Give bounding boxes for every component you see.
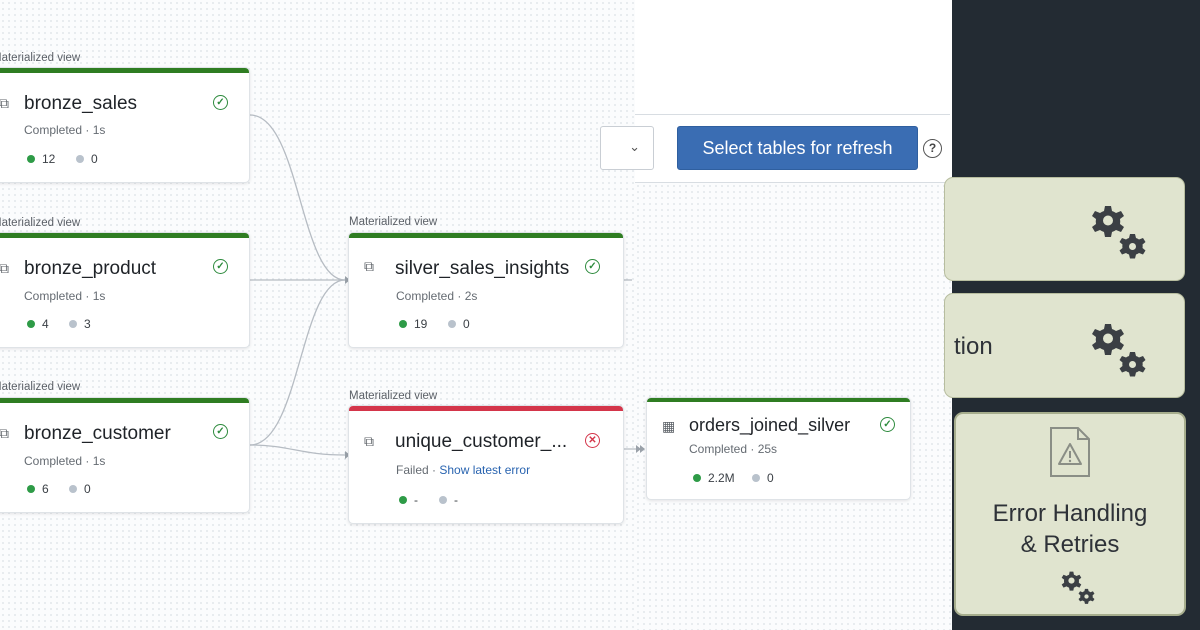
node-status-text: Failed · Show latest error	[396, 463, 531, 477]
status-bar	[647, 398, 910, 402]
node-type-label: Materialized view	[349, 390, 438, 402]
node-type-label: Materialized view	[349, 216, 438, 228]
materialized-view-icon: ⧉	[364, 258, 374, 274]
status-bar	[349, 233, 623, 238]
node-stat-primary: -	[399, 493, 418, 507]
green-dot-icon	[399, 496, 407, 504]
select-tables-for-refresh-button[interactable]: Select tables for refresh	[677, 126, 918, 170]
gray-dot-icon	[439, 496, 447, 504]
node-stat-secondary: -	[439, 493, 458, 507]
success-icon: ✓	[585, 259, 600, 274]
node-status-text: Completed · 1s	[24, 123, 106, 137]
gray-dot-icon	[448, 320, 456, 328]
node-stat-primary: 12	[27, 152, 55, 166]
green-dot-icon	[27, 155, 35, 163]
node-stat-secondary: 0	[69, 482, 91, 496]
green-dot-icon	[399, 320, 407, 328]
green-dot-icon	[693, 474, 701, 482]
show-latest-error-link[interactable]: Show latest error	[439, 463, 530, 477]
materialized-view-icon: ⧉	[0, 260, 9, 276]
node-stat-primary: 4	[27, 317, 49, 331]
green-dot-icon	[27, 320, 35, 328]
gray-dot-icon	[69, 485, 77, 493]
success-icon: ✓	[213, 424, 228, 439]
help-icon[interactable]: ?	[923, 139, 942, 158]
graph-node-silver-sales-insights[interactable]: ⧉ silver_sales_insights ✓ Completed · 2s…	[348, 232, 624, 348]
node-status-text: Completed · 25s	[689, 442, 778, 456]
graph-node-bronze-sales[interactable]: ⧉ bronze_sales ✓ Completed · 1s 12 0	[0, 67, 250, 183]
status-bar	[0, 68, 249, 73]
node-type-label: Materialized view	[0, 217, 81, 229]
node-type-label: Materialized view	[0, 52, 81, 64]
status-bar	[0, 233, 249, 238]
graph-node-bronze-customer[interactable]: ⧉ bronze_customer ✓ Completed · 1s 6 0	[0, 397, 250, 513]
green-dot-icon	[27, 485, 35, 493]
node-type-label: Materialized view	[0, 381, 81, 393]
graph-node-bronze-product[interactable]: ⧉ bronze_product ✓ Completed · 1s 4 3	[0, 232, 250, 348]
success-icon: ✓	[213, 259, 228, 274]
chevron-down-icon: ⌄	[629, 139, 640, 154]
node-stat-secondary: 0	[76, 152, 98, 166]
node-stat-primary: 19	[399, 317, 427, 331]
graph-node-orders-joined-silver[interactable]: ▦ orders_joined_silver ✓ Completed · 25s…	[646, 397, 911, 500]
gears-icon	[1092, 206, 1146, 259]
table-icon: ▦	[662, 418, 676, 434]
node-stat-primary: 6	[27, 482, 49, 496]
success-icon: ✓	[213, 95, 228, 110]
tile-label: tion	[954, 333, 993, 360]
status-bar	[0, 398, 249, 403]
tile-label: Error Handling & Retries	[992, 500, 1148, 558]
gears-icon	[1092, 324, 1146, 377]
node-status-text: Completed · 2s	[396, 289, 478, 303]
success-icon: ✓	[880, 417, 895, 432]
gears-icon	[1061, 571, 1095, 604]
dropdown-select[interactable]: ⌄	[600, 126, 654, 170]
status-bar	[349, 406, 623, 411]
graph-node-unique-customer[interactable]: ⧉ unique_customer_... ✕ Failed · Show la…	[348, 405, 624, 524]
node-name: bronze_customer	[24, 423, 171, 444]
node-status-text: Completed · 1s	[24, 454, 106, 468]
node-stat-secondary: 0	[752, 471, 774, 485]
gray-dot-icon	[76, 155, 84, 163]
node-name: silver_sales_insights	[395, 258, 570, 279]
node-stat-secondary: 3	[69, 317, 91, 331]
materialized-view-icon: ⧉	[0, 425, 9, 441]
node-name: orders_joined_silver	[689, 415, 851, 435]
node-status-text: Completed · 1s	[24, 289, 106, 303]
gray-dot-icon	[69, 320, 77, 328]
error-handling-tile[interactable]: Error Handling & Retries	[954, 412, 1186, 616]
materialized-view-icon: ⧉	[364, 433, 374, 449]
error-icon: ✕	[585, 433, 600, 448]
gray-dot-icon	[752, 474, 760, 482]
node-name: bronze_sales	[24, 93, 138, 114]
node-stat-secondary: 0	[448, 317, 470, 331]
feature-tile[interactable]	[944, 177, 1185, 281]
toolbar-divider-top	[635, 114, 950, 115]
node-name: bronze_product	[24, 258, 157, 279]
node-name: unique_customer_...	[395, 431, 568, 452]
feature-tile[interactable]: tion	[944, 293, 1185, 398]
materialized-view-icon: ⧉	[0, 95, 9, 111]
warning-document-icon	[1050, 427, 1090, 477]
node-stat-primary: 2.2M	[693, 471, 735, 485]
